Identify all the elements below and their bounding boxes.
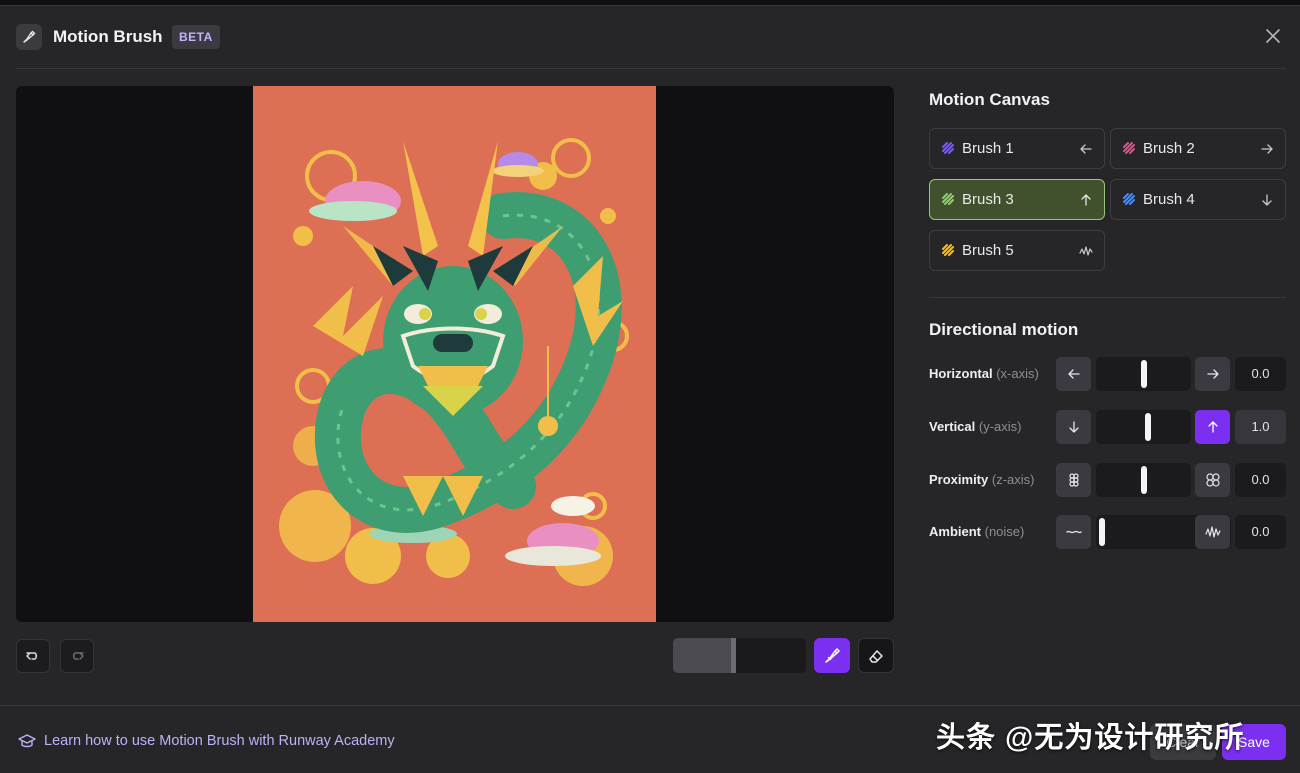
brush-label: Brush 4 — [1143, 191, 1195, 208]
brush-card-5[interactable]: Brush 5 — [929, 230, 1105, 271]
brush-swatch-icon — [942, 142, 954, 154]
left-arrow-icon — [1067, 369, 1080, 379]
left-arrow-icon — [1080, 143, 1092, 154]
watermark-text: 头条 @无为设计研究所 — [936, 722, 1245, 754]
modal-title: Motion Brush — [53, 27, 163, 46]
proximity-value[interactable]: 0.0 — [1235, 463, 1286, 497]
brush-tool-button[interactable] — [814, 638, 850, 673]
brush-size-thumb[interactable] — [731, 638, 736, 673]
brush-label: Brush 2 — [1143, 140, 1195, 157]
proximity-label: Proximity (z-axis) — [929, 472, 1035, 487]
eraser-icon — [869, 649, 883, 663]
up-arrow-icon — [1207, 421, 1218, 433]
motion-canvas[interactable] — [16, 86, 894, 622]
proximity-slider[interactable] — [1096, 463, 1191, 497]
ambient-high-button[interactable] — [1195, 515, 1230, 549]
brush-swatch-icon — [942, 193, 954, 205]
expand-dots-icon — [1205, 473, 1220, 487]
noise-wave-icon — [1204, 526, 1221, 538]
redo-icon — [72, 652, 84, 660]
brush-card-3[interactable]: Brush 3 — [929, 179, 1105, 220]
shrink-dots-icon — [1068, 473, 1079, 487]
slider-thumb[interactable] — [1099, 518, 1105, 546]
brush-card-1[interactable]: Brush 1 — [929, 128, 1105, 169]
ambient-label: Ambient (noise) — [929, 524, 1025, 539]
footer-divider — [0, 705, 1300, 706]
eraser-tool-button[interactable] — [858, 638, 894, 673]
graduation-cap-icon — [18, 734, 36, 748]
dragon-artwork-image[interactable] — [253, 86, 656, 622]
horizontal-label: Horizontal (x-axis) — [929, 366, 1039, 381]
brush-size-slider[interactable] — [673, 638, 806, 673]
move-right-button[interactable] — [1195, 357, 1230, 391]
directional-motion-title: Directional motion — [929, 320, 1079, 339]
undo-button[interactable] — [16, 639, 50, 673]
noise-wave-icon — [1079, 245, 1093, 256]
slider-thumb[interactable] — [1140, 466, 1147, 494]
academy-link-text[interactable]: Learn how to use Motion Brush with Runwa… — [44, 733, 395, 749]
modal-header: Motion Brush BETA — [0, 6, 1300, 68]
vertical-slider[interactable] — [1096, 410, 1191, 444]
gentle-wave-icon — [1065, 530, 1082, 534]
vertical-value[interactable]: 1.0 — [1235, 410, 1286, 444]
move-down-button[interactable] — [1056, 410, 1091, 444]
ambient-value[interactable]: 0.0 — [1235, 515, 1286, 549]
beta-badge: BETA — [172, 25, 220, 49]
undo-icon — [26, 652, 38, 660]
motion-canvas-title: Motion Canvas — [929, 90, 1050, 109]
brush-swatch-icon — [1123, 142, 1135, 154]
brush-label: Brush 3 — [962, 191, 1014, 208]
horizontal-slider[interactable] — [1096, 357, 1191, 391]
right-arrow-icon — [1206, 369, 1219, 379]
brush-label: Brush 5 — [962, 242, 1014, 259]
ambient-motion-row: Ambient (noise) 0.0 — [929, 515, 1286, 549]
brush-swatch-icon — [1123, 193, 1135, 205]
down-arrow-icon — [1068, 421, 1079, 433]
zoom-in-button[interactable] — [1056, 463, 1091, 497]
brush-card-4[interactable]: Brush 4 — [1110, 179, 1286, 220]
brush-icon — [825, 647, 841, 663]
move-up-button[interactable] — [1195, 410, 1230, 444]
slider-thumb[interactable] — [1144, 413, 1151, 441]
right-arrow-icon — [1261, 143, 1273, 154]
vertical-motion-row: Vertical (y-axis) 1.0 — [929, 410, 1286, 444]
header-divider — [16, 68, 1286, 69]
redo-button[interactable] — [60, 639, 94, 673]
brush-card-2[interactable]: Brush 2 — [1110, 128, 1286, 169]
ambient-low-button[interactable] — [1056, 515, 1091, 549]
horizontal-motion-row: Horizontal (x-axis) 0.0 — [929, 357, 1286, 391]
brush-icon — [16, 24, 42, 50]
move-left-button[interactable] — [1056, 357, 1091, 391]
horizontal-value[interactable]: 0.0 — [1235, 357, 1286, 391]
proximity-motion-row: Proximity (z-axis) 0.0 — [929, 463, 1286, 497]
panel-divider — [929, 297, 1286, 298]
vertical-label: Vertical (y-axis) — [929, 419, 1022, 434]
brush-size-fill — [673, 638, 736, 673]
motion-brush-modal: Motion Brush BETA Learn how to use Motio… — [0, 5, 1300, 773]
brush-swatch-icon — [942, 244, 954, 256]
brush-label: Brush 1 — [962, 140, 1014, 157]
academy-link[interactable]: Learn how to use Motion Brush with Runwa… — [18, 733, 395, 749]
up-arrow-icon — [1081, 193, 1091, 206]
close-icon[interactable] — [1264, 27, 1282, 45]
down-arrow-icon — [1262, 193, 1272, 206]
zoom-out-button[interactable] — [1195, 463, 1230, 497]
slider-thumb[interactable] — [1140, 360, 1147, 388]
